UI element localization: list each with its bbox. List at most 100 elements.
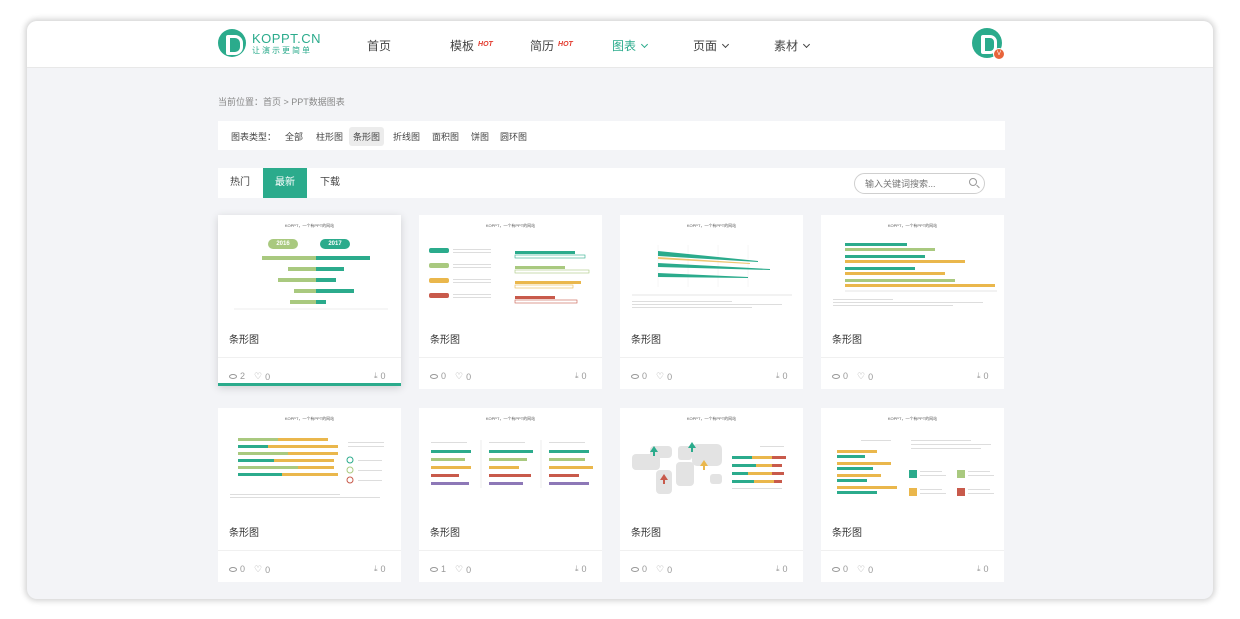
heart-icon: ♡: [656, 564, 665, 574]
like-count[interactable]: ♡ 0: [857, 564, 873, 575]
top-navigation-bar: KOPPT.CN 让演示更简单 首页 模板 HOT 简历 HOT 图表 页面 素材 …: [27, 21, 1213, 68]
view-count: 2: [229, 371, 245, 381]
chart-card[interactable]: KOPPT，一个有PPT的网站 条形图 0 ♡ 0 ⤓ 0: [620, 408, 803, 582]
card-title[interactable]: 条形图: [832, 331, 862, 346]
sort-tabs: 热门 最新 下载: [218, 168, 1005, 198]
like-count[interactable]: ♡ 0: [857, 371, 873, 382]
hot-badge: HOT: [558, 41, 573, 48]
download-count[interactable]: ⤓ 0: [977, 564, 989, 574]
chart-card[interactable]: KOPPT，一个有PPT的网站 条形图 1 ♡ 0 ⤓ 0: [419, 408, 602, 582]
filter-pie[interactable]: 饼图: [467, 127, 493, 146]
search-input[interactable]: [854, 173, 985, 194]
breadcrumb: 当前位置：首页 > PPT数据图表: [218, 97, 345, 107]
eye-icon: [229, 373, 237, 379]
card-thumbnail[interactable]: KOPPT，一个有PPT的网站: [821, 215, 1004, 318]
card-title[interactable]: 条形图: [229, 524, 259, 539]
eye-icon: [430, 373, 438, 379]
tab-downloads[interactable]: 下载: [308, 168, 352, 198]
filter-bar-chart[interactable]: 条形图: [349, 127, 385, 146]
download-icon: ⤓: [374, 564, 378, 573]
view-count: 0: [631, 371, 647, 381]
chart-card[interactable]: KOPPT，一个有PPT的网站 条形图 0 ♡ 0 ⤓ 0: [419, 215, 602, 389]
download-icon: ⤓: [977, 371, 981, 380]
chevron-down-icon: [802, 40, 811, 48]
heart-icon: ♡: [455, 371, 464, 381]
vip-badge: V: [993, 48, 1005, 60]
eye-icon: [832, 566, 840, 572]
heart-icon: ♡: [254, 564, 263, 574]
user-avatar[interactable]: V: [972, 28, 1005, 60]
eye-icon: [631, 566, 639, 572]
card-title[interactable]: 条形图: [430, 331, 460, 346]
like-count[interactable]: ♡ 0: [656, 564, 672, 575]
card-footer: 0 ♡ 0 ⤓ 0: [821, 357, 1004, 382]
heart-icon: ♡: [857, 564, 866, 574]
view-count: 0: [832, 564, 848, 574]
chart-card[interactable]: KOPPT，一个有PPT的网站 条形图 0 ♡ 0 ⤓ 0: [218, 408, 401, 582]
filter-column[interactable]: 柱形图: [312, 127, 347, 146]
nav-templates[interactable]: 模板 HOT: [450, 37, 493, 54]
filter-all[interactable]: 全部: [281, 127, 307, 146]
download-count[interactable]: ⤓ 0: [575, 564, 587, 574]
card-thumbnail[interactable]: KOPPT，一个有PPT的网站: [821, 408, 1004, 511]
download-count[interactable]: ⤓ 0: [776, 564, 788, 574]
eye-icon: [430, 566, 438, 572]
nav-charts[interactable]: 图表: [612, 37, 649, 54]
download-icon: ⤓: [575, 564, 579, 573]
card-thumbnail[interactable]: KOPPT，一个有PPT的网站: [419, 215, 602, 318]
download-count[interactable]: ⤓ 0: [776, 371, 788, 381]
card-footer: 0 ♡ 0 ⤓ 0: [821, 550, 1004, 575]
chart-card[interactable]: KOPPT，一个有PPT的网站 2016 2017 条形图 2 ♡ 0 ⤓ 0: [218, 215, 401, 386]
download-count[interactable]: ⤓ 0: [374, 564, 386, 574]
filter-donut[interactable]: 圆环图: [496, 127, 531, 146]
tab-hot[interactable]: 热门: [218, 168, 262, 198]
nav-home[interactable]: 首页: [367, 37, 391, 54]
view-count: 0: [631, 564, 647, 574]
download-icon: ⤓: [374, 371, 378, 380]
like-count[interactable]: ♡ 0: [656, 371, 672, 382]
like-count[interactable]: ♡ 0: [254, 564, 270, 575]
card-thumbnail[interactable]: KOPPT，一个有PPT的网站: [620, 408, 803, 511]
filter-area[interactable]: 面积图: [428, 127, 463, 146]
card-title[interactable]: 条形图: [229, 331, 259, 346]
eye-icon: [229, 566, 237, 572]
heart-icon: ♡: [455, 564, 464, 574]
like-count[interactable]: ♡ 0: [254, 371, 270, 382]
chevron-down-icon: [640, 40, 649, 48]
card-footer: 1 ♡ 0 ⤓ 0: [419, 550, 602, 575]
download-count[interactable]: ⤓ 0: [374, 371, 386, 381]
nav-pages[interactable]: 页面: [693, 37, 730, 54]
like-count[interactable]: ♡ 0: [455, 371, 471, 382]
card-title[interactable]: 条形图: [631, 331, 661, 346]
nav-materials[interactable]: 素材: [774, 37, 811, 54]
chevron-down-icon: [721, 40, 730, 48]
like-count[interactable]: ♡ 0: [455, 564, 471, 575]
eye-icon: [832, 373, 840, 379]
logo-name: KOPPT.CN: [252, 30, 322, 46]
chart-card[interactable]: KOPPT，一个有PPT的网站 条形图 0 ♡ 0 ⤓ 0: [620, 215, 803, 389]
card-title[interactable]: 条形图: [832, 524, 862, 539]
search-icon[interactable]: [969, 178, 977, 186]
view-count: 1: [430, 564, 446, 574]
chart-type-filter: 图表类型： 全部 柱形图 条形图 折线图 面积图 饼图 圆环图: [218, 121, 1005, 150]
card-thumbnail[interactable]: KOPPT，一个有PPT的网站: [620, 215, 803, 318]
eye-icon: [631, 373, 639, 379]
site-logo[interactable]: KOPPT.CN 让演示更简单: [218, 29, 321, 57]
filter-line[interactable]: 折线图: [389, 127, 424, 146]
download-count[interactable]: ⤓ 0: [575, 371, 587, 381]
download-icon: ⤓: [977, 564, 981, 573]
tab-latest[interactable]: 最新: [263, 168, 307, 198]
download-icon: ⤓: [776, 371, 780, 380]
view-count: 0: [832, 371, 848, 381]
card-thumbnail[interactable]: KOPPT，一个有PPT的网站: [419, 408, 602, 511]
download-count[interactable]: ⤓ 0: [977, 371, 989, 381]
card-title[interactable]: 条形图: [631, 524, 661, 539]
chart-card[interactable]: KOPPT，一个有PPT的网站 条形图 0 ♡ 0 ⤓ 0: [821, 215, 1004, 389]
card-title[interactable]: 条形图: [430, 524, 460, 539]
nav-resume[interactable]: 简历 HOT: [530, 37, 573, 54]
card-thumbnail[interactable]: KOPPT，一个有PPT的网站 2016 2017: [218, 215, 401, 318]
card-thumbnail[interactable]: KOPPT，一个有PPT的网站: [218, 408, 401, 511]
card-footer: 2 ♡ 0 ⤓ 0: [218, 357, 401, 382]
chart-card[interactable]: KOPPT，一个有PPT的网站 条形图 0 ♡ 0 ⤓ 0: [821, 408, 1004, 582]
download-icon: ⤓: [575, 371, 579, 380]
